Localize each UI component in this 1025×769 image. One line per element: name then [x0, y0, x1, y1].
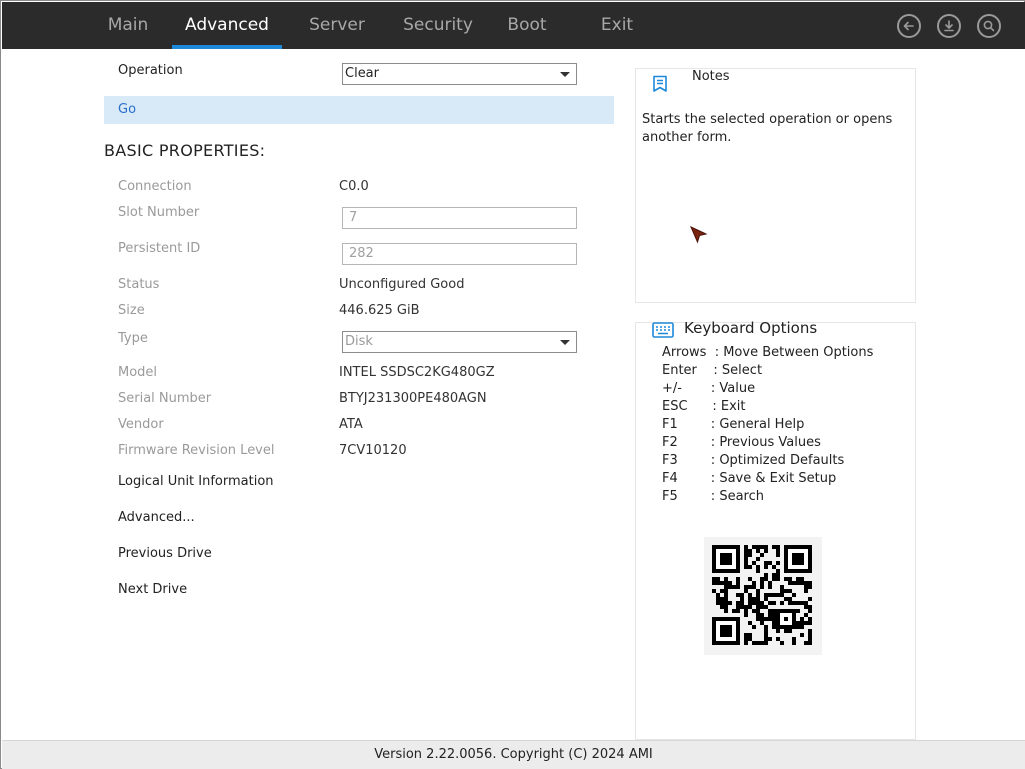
type-label: Type	[118, 331, 148, 346]
vendor-label: Vendor	[118, 417, 164, 432]
key-hint: +/- : Value	[662, 381, 756, 396]
top-nav-bar: Main Advanced Server Security Boot Exit	[2, 2, 1025, 49]
firmware-value: 7CV10120	[339, 443, 407, 458]
logical-unit-link[interactable]: Logical Unit Information	[118, 474, 274, 489]
previous-drive-link[interactable]: Previous Drive	[118, 546, 212, 561]
notes-title: Notes	[692, 69, 730, 84]
notes-icon	[652, 75, 668, 97]
search-icon[interactable]	[977, 14, 1001, 38]
settings-panel: Operation Clear Go BASIC PROPERTIES: Con…	[104, 49, 635, 740]
size-label: Size	[118, 303, 145, 318]
operation-label: Operation	[118, 63, 183, 78]
connection-value: C0.0	[339, 179, 369, 194]
section-title: BASIC PROPERTIES:	[104, 141, 266, 160]
size-value: 446.625 GiB	[339, 303, 420, 318]
keyboard-options-title: Keyboard Options	[684, 319, 818, 337]
key-hint: F4 : Save & Exit Setup	[662, 471, 837, 486]
mouse-cursor-icon	[689, 225, 709, 249]
status-label: Status	[118, 277, 160, 292]
download-icon[interactable]	[937, 14, 961, 38]
key-hint: Enter : Select	[662, 363, 763, 378]
back-icon[interactable]	[897, 14, 921, 38]
tab-security[interactable]: Security	[394, 2, 482, 49]
key-hint: F5 : Search	[662, 489, 764, 504]
slot-number-label: Slot Number	[118, 205, 200, 220]
persistent-id-label: Persistent ID	[118, 241, 201, 256]
go-button-label: Go	[118, 102, 137, 117]
footer-version: Version 2.22.0056. Copyright (C) 2024 AM…	[2, 740, 1025, 769]
operation-select[interactable]: Clear	[342, 63, 577, 85]
connection-label: Connection	[118, 179, 192, 194]
notes-panel: Notes Starts the selected operation or o…	[635, 68, 916, 303]
status-value: Unconfigured Good	[339, 277, 465, 292]
notes-text: Starts the selected operation or opens a…	[642, 112, 893, 145]
key-hint: ESC : Exit	[662, 399, 746, 414]
type-select: Disk	[342, 331, 577, 353]
slot-number-field: 7	[342, 207, 577, 229]
chevron-down-icon	[560, 72, 570, 77]
serial-number-label: Serial Number	[118, 391, 212, 406]
vendor-value: ATA	[339, 417, 363, 432]
key-hint: F3 : Optimized Defaults	[662, 453, 845, 468]
firmware-label: Firmware Revision Level	[118, 443, 275, 458]
key-hint: F1 : General Help	[662, 417, 805, 432]
tab-exit[interactable]: Exit	[592, 2, 642, 49]
tab-main[interactable]: Main	[92, 2, 164, 49]
model-value: INTEL SSDSC2KG480GZ	[339, 365, 495, 380]
qr-code	[704, 537, 822, 655]
persistent-id-field: 282	[342, 243, 577, 265]
tab-boot[interactable]: Boot	[499, 2, 555, 49]
keyboard-icon	[652, 321, 674, 343]
next-drive-link[interactable]: Next Drive	[118, 582, 187, 597]
help-column: Notes Starts the selected operation or o…	[635, 49, 1025, 740]
serial-number-value: BTYJ231300PE480AGN	[339, 391, 487, 406]
advanced-link[interactable]: Advanced...	[118, 510, 195, 525]
keyboard-options-panel: Keyboard Options Arrows : Move Between O…	[635, 319, 916, 740]
key-hint: Arrows : Move Between Options	[662, 345, 874, 360]
type-select-value: Disk	[345, 334, 373, 349]
tab-advanced[interactable]: Advanced	[172, 2, 282, 49]
tab-server[interactable]: Server	[300, 2, 374, 49]
chevron-down-icon	[560, 340, 570, 345]
key-hint: F2 : Previous Values	[662, 435, 821, 450]
go-button[interactable]: Go	[104, 96, 614, 124]
bios-window: Main Advanced Server Security Boot Exit …	[0, 0, 1025, 769]
model-label: Model	[118, 365, 158, 380]
left-margin	[2, 49, 104, 740]
operation-select-value: Clear	[345, 66, 379, 81]
